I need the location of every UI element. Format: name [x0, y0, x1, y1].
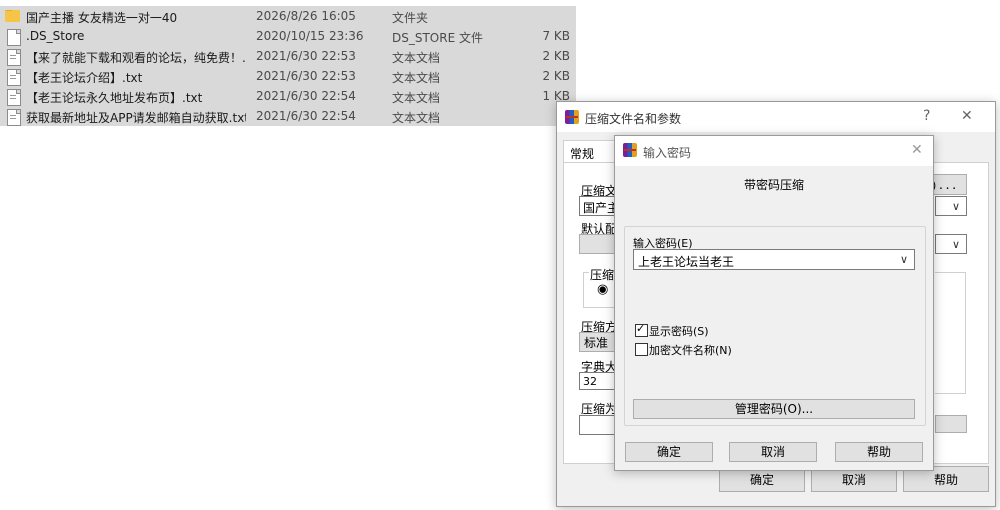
- file-date: 2021/6/30 22:54: [256, 89, 356, 103]
- manage-passwords-button[interactable]: 管理密码(O)...: [633, 399, 915, 419]
- winrar-icon: [623, 143, 637, 157]
- format-radio[interactable]: ◉: [597, 282, 608, 297]
- close-icon[interactable]: ✕: [961, 108, 973, 124]
- format-group-label: 压缩: [589, 266, 616, 283]
- file-date: 2021/6/30 22:54: [256, 109, 356, 123]
- password-dialog: 输入密码 ✕ 带密码压缩 输入密码(E) 上老王论坛当老王 ∨ 显示密码(S) …: [614, 135, 934, 471]
- file-date: 2021/6/30 22:53: [256, 69, 356, 83]
- file-type: 文本文档: [392, 91, 441, 105]
- close-icon[interactable]: ✕: [911, 142, 923, 158]
- tab-general[interactable]: 常规: [563, 140, 617, 163]
- file-icon: [7, 29, 21, 46]
- file-name: 【老王论坛永久地址发布页】.txt: [26, 91, 203, 105]
- chevron-down-icon[interactable]: ∨: [900, 253, 908, 266]
- file-row[interactable]: 国产主播 女友精选一对一40 2026/8/26 16:05 文件夹: [0, 6, 576, 26]
- file-type: DS_STORE 文件: [392, 31, 483, 45]
- profile-button[interactable]: [579, 234, 619, 254]
- password-ok-button[interactable]: 确定: [625, 442, 713, 462]
- text-file-icon: [7, 89, 21, 106]
- tab-general-label: 常规: [570, 147, 595, 161]
- file-name: 【来了就能下载和观看的论坛，纯免费！...: [26, 51, 246, 65]
- encrypt-filenames-label: 加密文件名称(N): [649, 344, 732, 357]
- password-dialog-title: 输入密码: [643, 146, 692, 160]
- file-row[interactable]: 【老王论坛介绍】.txt 2021/6/30 22:53 文本文档 2 KB: [0, 66, 576, 86]
- file-name: 【老王论坛介绍】.txt: [26, 71, 143, 85]
- file-row[interactable]: 【老王论坛永久地址发布页】.txt 2021/6/30 22:54 文本文档 1…: [0, 86, 576, 106]
- options-group: [935, 272, 966, 394]
- file-row[interactable]: .DS_Store 2020/10/15 23:36 DS_STORE 文件 7…: [0, 26, 576, 46]
- folder-icon: [5, 10, 20, 22]
- file-date: 2021/6/30 22:53: [256, 49, 356, 63]
- file-name: .DS_Store: [26, 29, 85, 43]
- file-name: 国产主播 女友精选一对一40: [26, 11, 178, 25]
- encrypt-filenames-checkbox[interactable]: [635, 343, 648, 356]
- password-help-button[interactable]: 帮助: [835, 442, 923, 462]
- show-password-checkbox[interactable]: [635, 322, 648, 337]
- text-file-icon: [7, 69, 21, 86]
- password-dialog-titlebar: 输入密码 ✕: [615, 136, 933, 166]
- show-password-label: 显示密码(S): [649, 325, 709, 338]
- file-date: 2020/10/15 23:36: [256, 29, 364, 43]
- password-cancel-button[interactable]: 取消: [729, 442, 817, 462]
- archive-dialog-titlebar: 压缩文件名和参数 ? ✕: [557, 102, 995, 132]
- file-size: 2 KB: [542, 49, 570, 63]
- file-date: 2026/8/26 16:05: [256, 9, 356, 23]
- text-file-icon: [7, 109, 21, 126]
- file-size: 2 KB: [542, 69, 570, 83]
- winrar-icon: [565, 110, 579, 124]
- file-type: 文件夹: [392, 11, 429, 25]
- password-dialog-heading: 带密码压缩: [743, 178, 804, 192]
- update-mode-combo[interactable]: ∨: [935, 234, 967, 254]
- archive-name-combo-right[interactable]: ∨: [935, 196, 967, 216]
- set-password-button-fragment[interactable]: [935, 415, 967, 433]
- file-type: 文本文档: [392, 71, 441, 85]
- method-combo[interactable]: 标准: [579, 332, 619, 352]
- file-type: 文本文档: [392, 51, 441, 65]
- file-type: 文本文档: [392, 111, 441, 125]
- password-input[interactable]: 上老王论坛当老王 ∨: [633, 249, 915, 270]
- text-file-icon: [7, 49, 21, 66]
- file-size: 7 KB: [542, 29, 570, 43]
- file-list: 国产主播 女友精选一对一40 2026/8/26 16:05 文件夹 .DS_S…: [0, 6, 576, 126]
- help-icon[interactable]: ?: [923, 108, 930, 124]
- split-volumes-input[interactable]: [579, 415, 619, 435]
- archive-name-input[interactable]: 国产主: [579, 196, 619, 216]
- file-row[interactable]: 【来了就能下载和观看的论坛，纯免费！... 2021/6/30 22:53 文本…: [0, 46, 576, 66]
- file-name: 获取最新地址及APP请发邮箱自动获取.txt: [26, 111, 246, 125]
- dictionary-combo[interactable]: 32: [579, 372, 619, 390]
- file-row[interactable]: 获取最新地址及APP请发邮箱自动获取.txt 2021/6/30 22:54 文…: [0, 106, 576, 126]
- chevron-down-icon: ∨: [951, 238, 960, 251]
- chevron-down-icon: ∨: [951, 200, 960, 213]
- archive-dialog-title: 压缩文件名和参数: [585, 112, 682, 126]
